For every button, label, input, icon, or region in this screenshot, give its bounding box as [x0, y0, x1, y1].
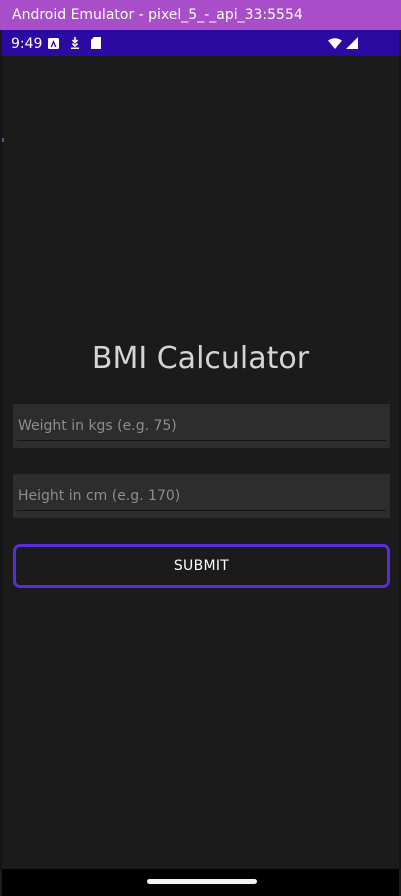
- home-gesture-handle[interactable]: [147, 879, 257, 884]
- android-auto-icon: [47, 37, 59, 49]
- status-right-icons: [328, 37, 358, 49]
- height-field[interactable]: [13, 474, 390, 518]
- emulator-title: Android Emulator - pixel_5_-_api_33:5554: [12, 7, 303, 23]
- weight-input[interactable]: [13, 404, 390, 440]
- navigation-bar: [2, 869, 399, 896]
- app-screen: BMI Calculator SUBMIT: [2, 56, 399, 869]
- left-frame: [0, 56, 2, 869]
- status-time: 9:49: [11, 36, 43, 52]
- page-title: BMI Calculator: [91, 341, 310, 376]
- emulator-window: Android Emulator - pixel_5_-_api_33:5554…: [0, 0, 401, 896]
- cellular-signal-icon: [346, 37, 358, 49]
- wifi-icon: [328, 37, 342, 49]
- download-icon: [69, 37, 81, 49]
- emulator-title-bar[interactable]: Android Emulator - pixel_5_-_api_33:5554: [0, 0, 401, 30]
- submit-button[interactable]: SUBMIT: [13, 544, 390, 588]
- edge-marker: [2, 138, 4, 142]
- height-input[interactable]: [13, 474, 390, 510]
- status-bar: 9:49: [2, 30, 399, 56]
- weight-field-underline: [17, 440, 386, 441]
- sd-card-icon: [90, 37, 102, 49]
- weight-field[interactable]: [13, 404, 390, 448]
- height-field-underline: [17, 510, 386, 511]
